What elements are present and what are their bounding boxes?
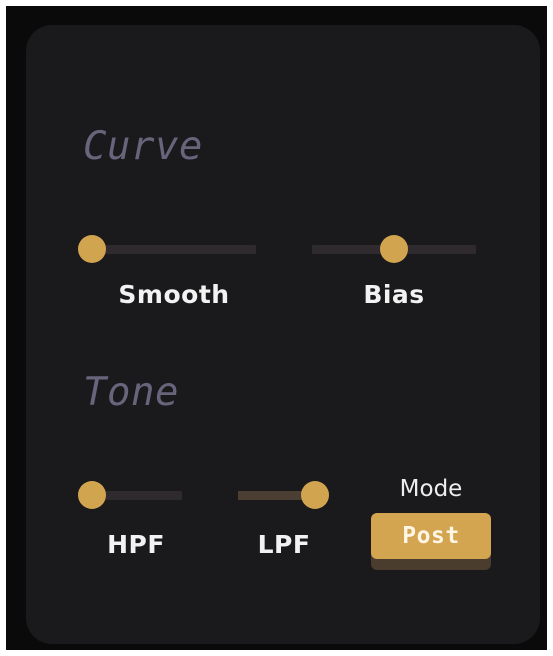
mode-button[interactable]: Post [371,513,491,559]
hpf-slider[interactable] [78,480,182,510]
slider-thumb[interactable] [78,481,106,509]
hpf-label: HPF [107,530,165,559]
smooth-label: Smooth [118,280,230,309]
smooth-slider[interactable] [78,234,256,264]
mode-label: Mode [399,476,463,502]
bias-slider[interactable] [312,234,476,264]
slider-thumb[interactable] [380,235,408,263]
slider-thumb[interactable] [78,235,106,263]
section-title-tone: Tone [83,370,179,415]
slider-thumb[interactable] [301,481,329,509]
bias-label: Bias [363,280,425,309]
lpf-slider[interactable] [238,480,329,510]
section-title-curve: Curve [83,124,203,169]
lpf-label: LPF [257,530,311,559]
